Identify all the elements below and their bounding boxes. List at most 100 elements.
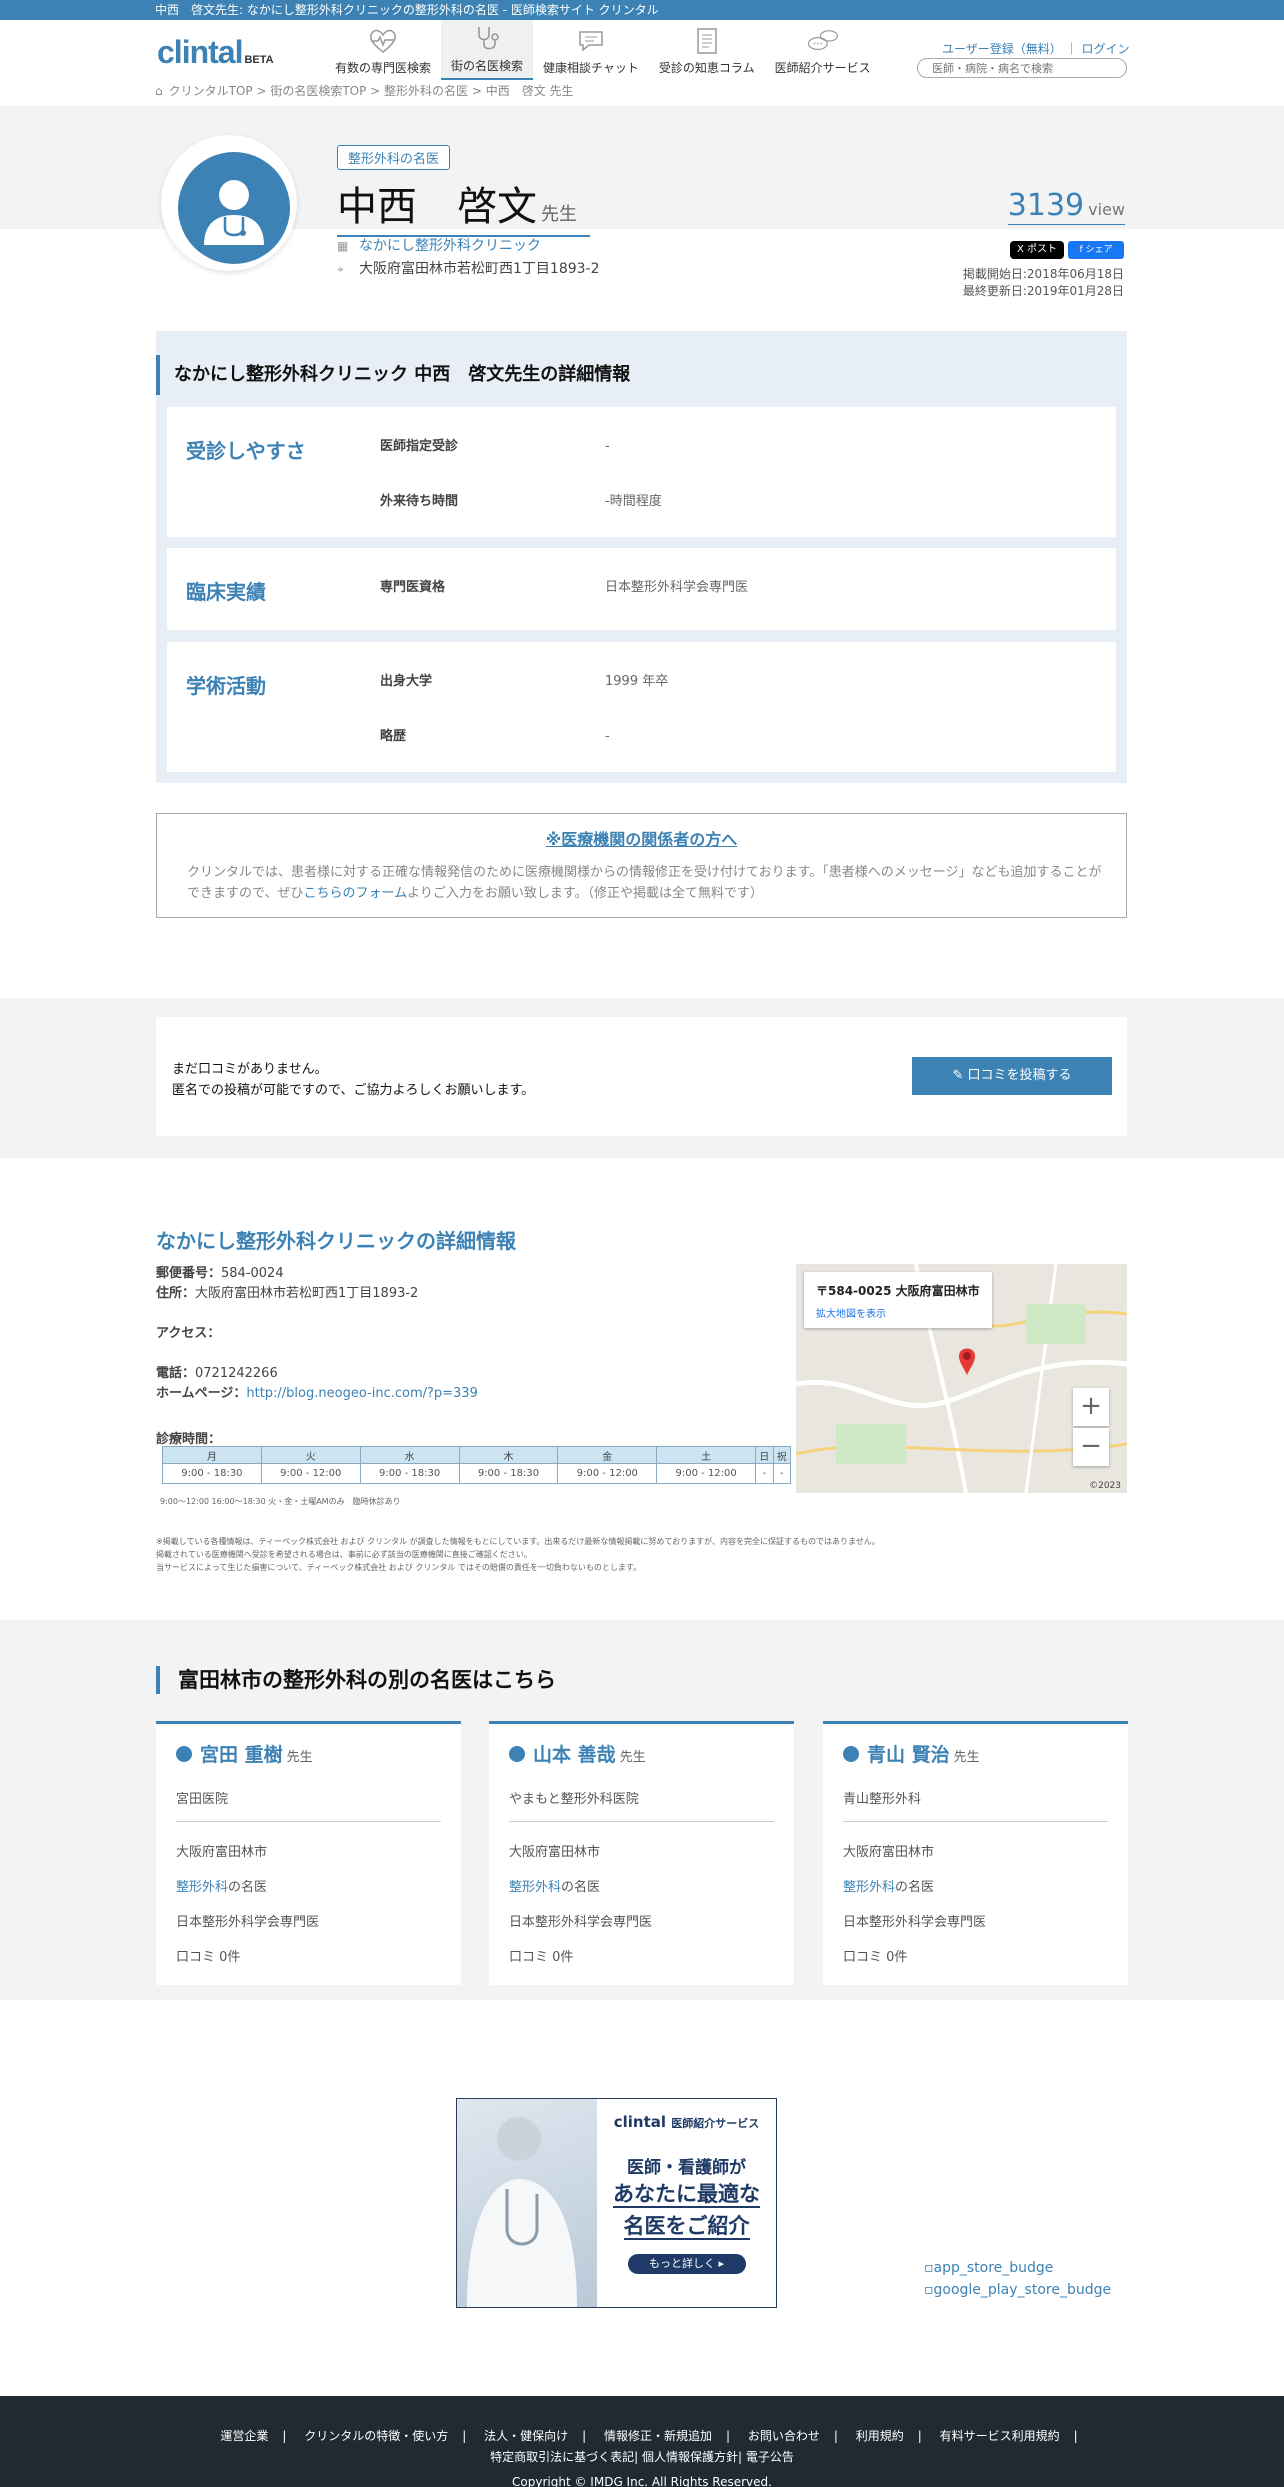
specialty-tag[interactable]: 整形外科の名医 — [337, 145, 451, 170]
doctor-card-city: 大阪府富田林市 — [843, 1845, 935, 1860]
notice-title-link[interactable]: ※医療機関の関係者の方へ — [157, 826, 1126, 850]
footer-link[interactable]: 電子公告 — [746, 2450, 794, 2464]
zoom-out-button[interactable]: − — [1073, 1428, 1109, 1466]
hours-day: 火 — [260, 1446, 361, 1464]
form-link[interactable]: こちらのフォーム — [303, 886, 407, 901]
view-counter: 3139 view — [1007, 188, 1125, 225]
login-link[interactable]: ログイン — [1081, 42, 1129, 56]
hours-cell: - — [755, 1463, 774, 1484]
detail-row: 略歴 - — [380, 725, 610, 744]
footer-link[interactable]: 特定商取引法に基づく表記 — [490, 2450, 634, 2464]
banner-text: clintal 医師紹介サービス 医師・看護師が あなたに最適な 名医をご紹介 … — [597, 2099, 776, 2307]
map-info-card: 〒584-0025 大阪府富田林市… 拡大地図を表示 — [804, 1272, 992, 1328]
divider — [509, 1821, 774, 1822]
hours-cell: 9:00 - 12:00 — [260, 1463, 361, 1484]
publish-dates: 掲載開始日:2018年06月18日 最終更新日:2019年01月28日 — [963, 266, 1124, 300]
hours-note: 9:00〜12:00 16:00〜18:30 火・金・土曜AMのみ 臨時休診あり — [160, 1497, 401, 1506]
search-input[interactable] — [917, 58, 1127, 78]
referral-service-banner[interactable]: clintal 医師紹介サービス 医師・看護師が あなたに最適な 名医をご紹介 … — [456, 2098, 777, 2308]
zoom-in-button[interactable]: + — [1073, 1388, 1109, 1426]
row-key: 外来待ち時間 — [380, 494, 459, 509]
post-review-button[interactable]: ✎ 口コミを投稿する — [912, 1057, 1112, 1095]
doctor-name: 中西 啓文 先生 — [337, 174, 590, 237]
map-attribution: ©2023 — [1089, 1481, 1121, 1491]
document-icon — [690, 27, 724, 55]
homepage-link[interactable]: http://blog.neogeo-inc.com/?p=339 — [246, 1386, 478, 1401]
hours-day: 祝 — [772, 1446, 792, 1464]
banner-line: 名医をご紹介 — [623, 2214, 750, 2240]
clinic-name-link[interactable]: ▦ なかにし整形外科クリニック — [337, 235, 541, 255]
doctor-card-name[interactable]: 宮田 重樹 先生 — [176, 1740, 313, 1767]
footer-link[interactable]: クリンタルの特徴・使い方 — [304, 2429, 448, 2443]
doctor-card-cert: 日本整形外科学会専門医 — [509, 1915, 653, 1930]
row-value: 日本整形外科学会専門医 — [605, 580, 749, 595]
nav-specialist-search[interactable]: 有数の専門医検索 — [325, 20, 441, 80]
hours-cell: 9:00 - 12:00 — [656, 1463, 757, 1484]
footer-link[interactable]: 運営企業 — [220, 2429, 268, 2443]
disclaimer-line: 当サービスによって生じた損害について、ティーペック株式会社 および クリンタル … — [156, 1563, 642, 1572]
name-text: 宮田 重樹 — [200, 1744, 283, 1766]
doctor-card[interactable]: 青山 賢治 先生 青山整形外科 大阪府富田林市 整形外科の名医 日本整形外科学会専… — [823, 1721, 1128, 1985]
detail-row: 外来待ち時間 -時間程度 — [380, 490, 662, 509]
user-icon — [509, 1745, 525, 1762]
row-key: 出身大学 — [380, 674, 433, 689]
footer-link[interactable]: 有料サービス利用規約 — [940, 2429, 1060, 2443]
published-date: 掲載開始日:2018年06月18日 — [962, 267, 1124, 281]
map-enlarge-link[interactable]: 拡大地図を表示 — [816, 1305, 980, 1320]
card-title: 臨床実績 — [186, 580, 266, 604]
doctor-card-city: 大阪府富田林市 — [176, 1845, 268, 1860]
register-link[interactable]: ユーザー登録（無料） — [942, 42, 1062, 56]
nav-label: 健康相談チャット — [543, 61, 639, 75]
doctor-card[interactable]: 山本 善哉 先生 やまもと整形外科医院 大阪府富田林市 整形外科の名医 日本整形外… — [489, 1721, 794, 1985]
user-icon — [843, 1745, 859, 1762]
nav-health-chat[interactable]: 健康相談チャット — [533, 20, 649, 80]
nav-label: 街の名医検索 — [451, 59, 524, 73]
updated-date: 最終更新日:2019年01月28日 — [962, 284, 1124, 298]
doctor-card-name[interactable]: 青山 賢治 先生 — [843, 1740, 980, 1767]
specialty-link[interactable]: 整形外科 — [176, 1880, 228, 1895]
clinic-staff-notice: ※医療機関の関係者の方へ クリンタルでは、患者様に対する正確な情報発信のために医… — [156, 813, 1127, 918]
disclaimer-line: ※掲載している各種情報は、ティーペック株式会社 および クリンタル が調査した情… — [156, 1537, 880, 1546]
review-line: 匿名での投稿が可能ですので、ご協力よろしくお願いします。 — [172, 1083, 535, 1098]
specialty-link[interactable]: 整形外科 — [509, 1880, 561, 1895]
no-review-text: まだ口コミがありません。 匿名での投稿が可能ですので、ご協力よろしくお願いします。 — [172, 1059, 534, 1101]
pin-icon: ⌖ — [337, 262, 344, 276]
map-address: 〒584-0025 大阪府富田林市… — [816, 1284, 980, 1298]
phone-number[interactable]: 0721242266 — [195, 1366, 278, 1381]
separator: ｜ — [1065, 42, 1078, 56]
facebook-share-button[interactable]: f シェア — [1068, 241, 1124, 259]
hours-day: 月 — [162, 1446, 262, 1464]
clinic-address: ⌖ 大阪府富田林市若松町西1丁目1893-2 — [337, 258, 600, 278]
banner-more-button[interactable]: もっと詳しく ▸ — [627, 2254, 746, 2274]
row-value: -時間程度 — [605, 494, 662, 509]
nav-doctor-referral[interactable]: 医師紹介サービス — [765, 20, 881, 80]
footer-link[interactable]: 法人・健保向け — [484, 2429, 568, 2443]
footer-link[interactable]: お問い合わせ — [748, 2429, 820, 2443]
specialty-link[interactable]: 整形外科 — [843, 1880, 895, 1895]
beta-label: BETA — [244, 54, 274, 66]
breadcrumb[interactable]: ⌂ クリンタルTOP > 街の名医検索TOP > 整形外科の名医 > 中西 啓文 … — [155, 82, 574, 99]
nav-column[interactable]: 受診の知恵コラム — [649, 20, 765, 80]
doctor-card-specialty: 整形外科の名医 — [176, 1876, 267, 1895]
hours-cell: 9:00 - 18:30 — [458, 1463, 559, 1484]
clinic-map[interactable]: 〒584-0025 大阪府富田林市… 拡大地図を表示 + − ©2023 — [796, 1264, 1127, 1493]
doctor-card-name[interactable]: 山本 善哉 先生 — [509, 1740, 646, 1767]
access-card: 受診しやすさ 医師指定受診 - 外来待ち時間 -時間程度 — [167, 407, 1116, 537]
clintal-logo[interactable]: clintal BETA — [157, 34, 274, 71]
badge-alt: google_play_store_budge — [933, 2282, 1112, 2298]
other-doctors-title: 富田林市の整形外科の別の名医はこちら — [156, 1666, 556, 1694]
x-post-button[interactable]: X ポスト — [1010, 241, 1064, 259]
nav-local-doctor-search[interactable]: 街の名医検索 — [441, 20, 534, 80]
row-value: 1999 年卒 — [605, 674, 669, 689]
app-store-badge[interactable]: ▫app_store_budge — [924, 2260, 1053, 2276]
address-label: 住所： — [156, 1286, 196, 1301]
banner-line: 医師・看護師が — [627, 2158, 746, 2178]
doctor-card-city: 大阪府富田林市 — [509, 1845, 601, 1860]
banner-logo-sub: 医師紹介サービス — [671, 2117, 760, 2130]
honorific: 先生 — [619, 1750, 646, 1765]
footer-link[interactable]: 利用規約 — [856, 2429, 904, 2443]
footer-link[interactable]: 情報修正・新規追加 — [604, 2429, 712, 2443]
footer-link[interactable]: 個人情報保護方針 — [642, 2450, 738, 2464]
google-play-badge[interactable]: ▫google_play_store_budge — [924, 2282, 1111, 2298]
doctor-card[interactable]: 宮田 重樹 先生 宮田医院 大阪府富田林市 整形外科の名医 日本整形外科学会専門医… — [156, 1721, 461, 1985]
